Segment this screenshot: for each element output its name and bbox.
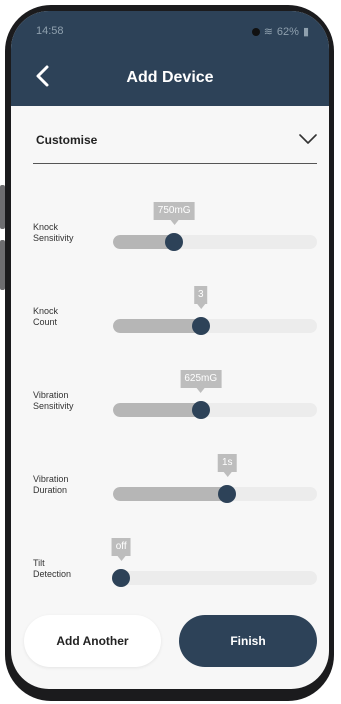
- status-bar: 14:58 ≋ 62% ▮: [11, 11, 329, 51]
- slider-label-line: Count: [33, 317, 58, 327]
- slider-row: Vibration Sensitivity 625mG: [11, 370, 329, 420]
- slider-label-line: Tilt: [33, 558, 45, 568]
- signal-icon: ≋: [263, 26, 273, 38]
- slider-thumb[interactable]: [191, 317, 210, 335]
- slider-label-line: Detection: [33, 569, 72, 579]
- slider-track[interactable]: [113, 235, 317, 249]
- slider-row: Tilt Detection off: [11, 538, 329, 588]
- status-icons: ≋ 62% ▮: [251, 25, 309, 38]
- slider-row: Knock Count 3: [11, 286, 329, 336]
- slider-row: Vibration Duration 1s: [11, 454, 329, 504]
- slider-track[interactable]: [113, 487, 317, 501]
- slider-value-tooltip: 1s: [217, 454, 237, 477]
- slider-value-tooltip: 3: [193, 286, 208, 309]
- slider-label-line: Duration: [33, 485, 68, 495]
- screen: 14:58 ≋ 62% ▮ Add Device Customise Knock…: [11, 11, 329, 689]
- chevron-down-icon[interactable]: [299, 133, 317, 145]
- slider-label: Vibration Sensitivity: [33, 390, 103, 412]
- finish-button[interactable]: Finish: [179, 615, 317, 667]
- slider-value-tooltip: 750mG: [153, 202, 195, 225]
- slider-row: Knock Sensitivity 750mG: [11, 202, 329, 252]
- slider-label-line: Vibration: [33, 474, 69, 484]
- camera-icon: [251, 27, 260, 36]
- slider-fill: [113, 487, 228, 501]
- status-time: 14:58: [36, 25, 64, 37]
- slider-label: Knock Sensitivity: [33, 222, 103, 244]
- slider-label-line: Vibration: [33, 390, 69, 400]
- page-title: Add Device: [126, 69, 214, 86]
- customise-label: Customise: [36, 133, 98, 147]
- slider-thumb[interactable]: [191, 401, 210, 419]
- slider-label: Vibration Duration: [33, 474, 103, 496]
- battery-percent: 62%: [276, 25, 299, 38]
- slider-label: Tilt Detection: [33, 558, 103, 580]
- slider-fill: [113, 319, 201, 333]
- slider-track[interactable]: [113, 403, 317, 417]
- slider-value-tooltip: off: [111, 538, 131, 561]
- slider-track[interactable]: [113, 319, 317, 333]
- slider-label-line: Knock: [33, 222, 59, 232]
- add-another-button[interactable]: Add Another: [24, 615, 161, 667]
- app-header: Add Device: [11, 51, 329, 106]
- slider-label: Knock Count: [33, 306, 103, 328]
- slider-label-line: Sensitivity: [33, 401, 74, 411]
- volume-down-button: [0, 240, 5, 290]
- slider-track[interactable]: [113, 571, 317, 585]
- battery-icon: ▮: [302, 26, 309, 38]
- customise-dropdown[interactable]: Customise: [33, 119, 317, 164]
- slider-label-line: Knock: [33, 306, 59, 316]
- slider-fill: [113, 403, 201, 417]
- slider-label-line: Sensitivity: [33, 233, 74, 243]
- volume-up-button: [0, 185, 5, 229]
- slider-value-tooltip: 625mG: [180, 370, 222, 393]
